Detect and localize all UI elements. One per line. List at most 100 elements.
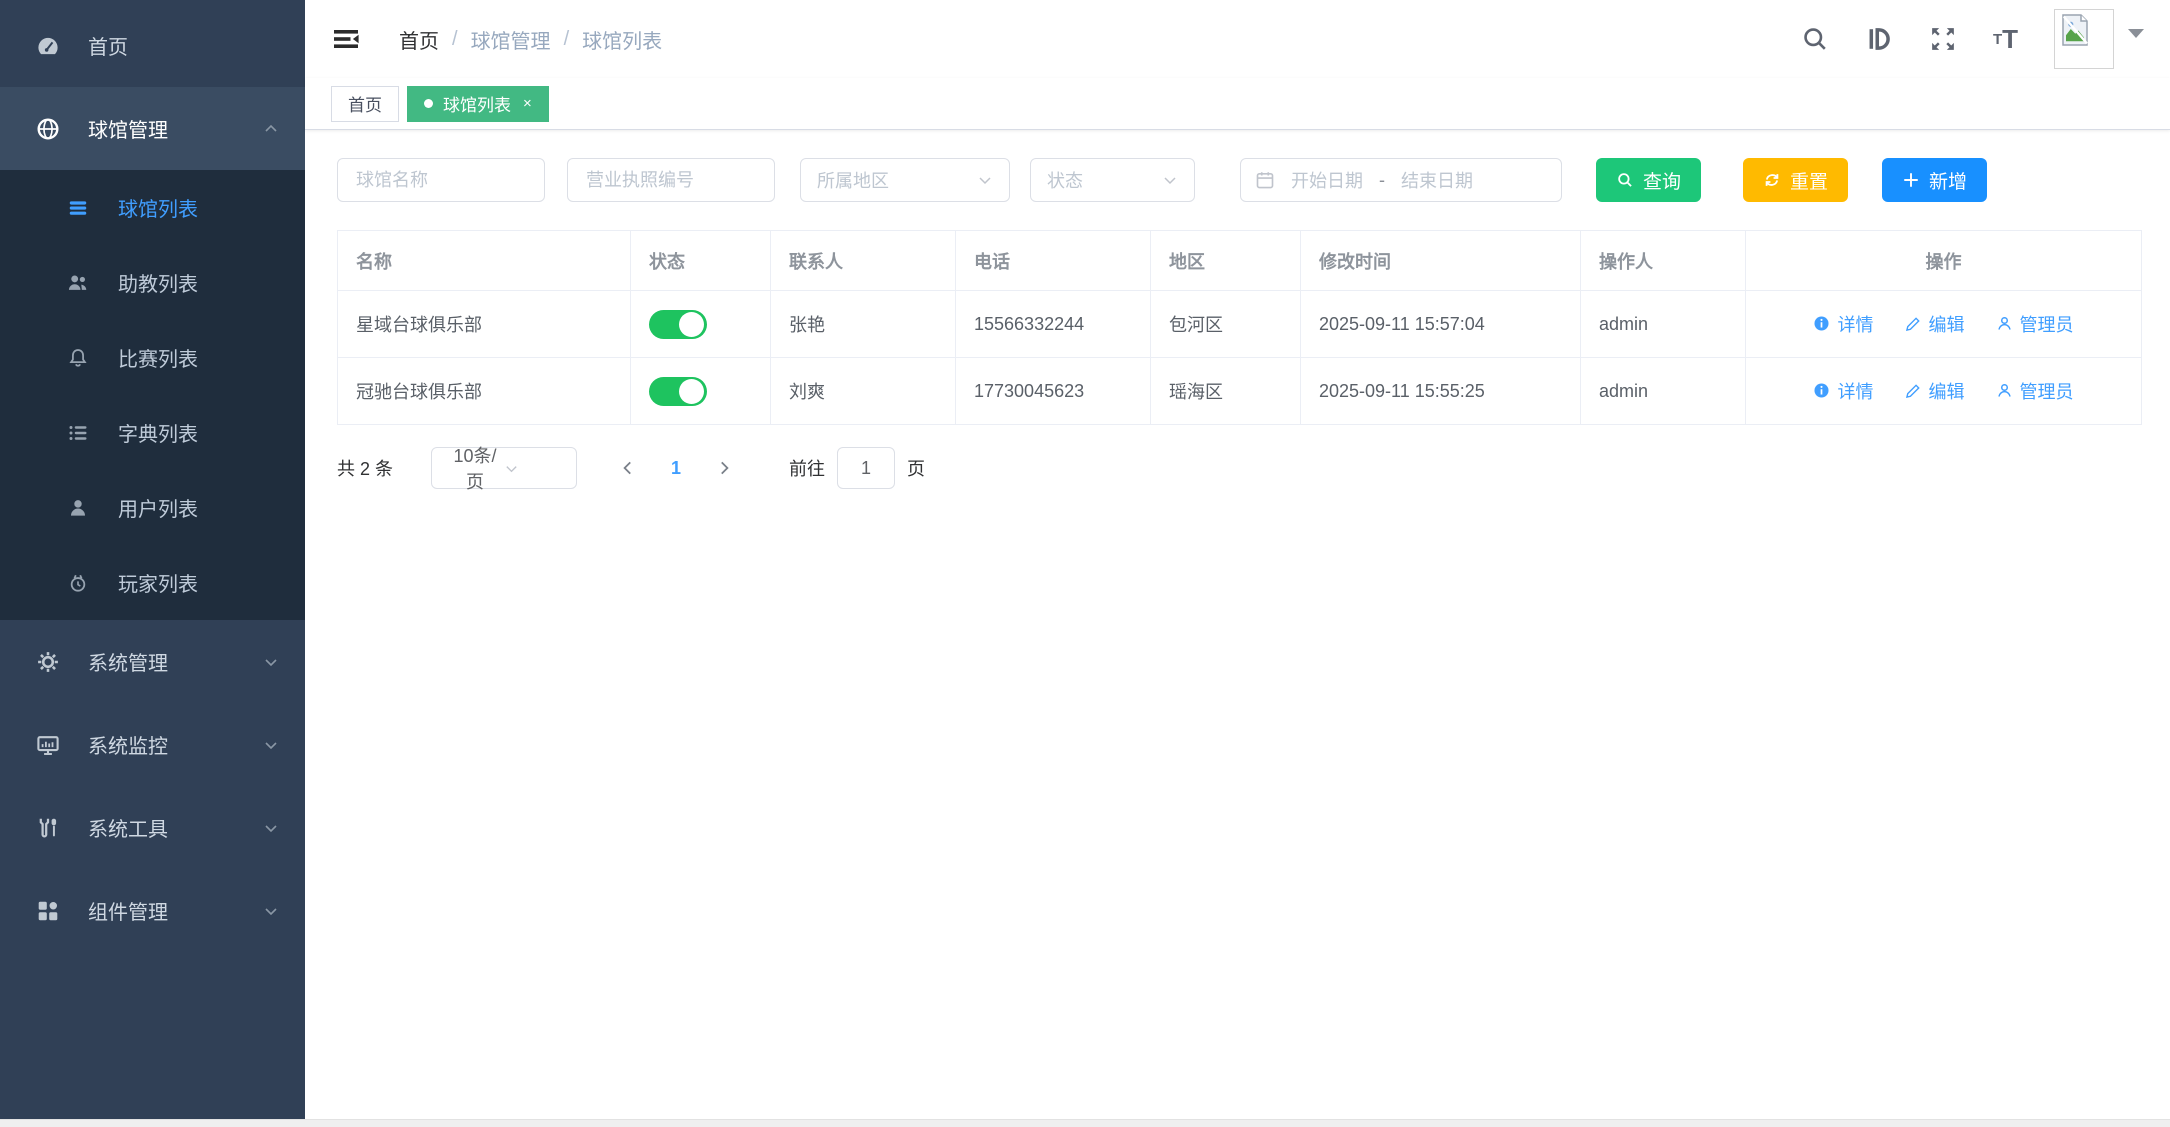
add-button[interactable]: 新增 (1882, 158, 1987, 202)
horizontal-scrollbar[interactable] (0, 1119, 2170, 1127)
sidebar-item-dict-list[interactable]: 字典列表 (0, 395, 305, 470)
detail-link-label: 详情 (1837, 311, 1873, 337)
col-header-contact: 联系人 (771, 231, 956, 291)
admin-link-label: 管理员 (2020, 311, 2074, 337)
page-size-value: 10条/页 (446, 442, 504, 494)
sidebar-item-label: 首页 (88, 31, 128, 60)
venue-name-input[interactable] (337, 158, 545, 202)
chevron-down-icon (263, 820, 279, 836)
components-icon (34, 899, 62, 923)
sidebar-item-component-management[interactable]: 组件管理 (0, 869, 305, 952)
admin-link-label: 管理员 (2020, 378, 2074, 404)
cell-actions: 详情 编辑 管理员 (1746, 358, 2142, 425)
reset-button[interactable]: 重置 (1743, 158, 1848, 202)
page-size-select[interactable]: 10条/页 (431, 447, 577, 489)
sidebar-item-label: 球馆列表 (118, 193, 198, 222)
sidebar-item-label: 字典列表 (118, 418, 198, 447)
close-tab-icon[interactable]: × (523, 96, 532, 111)
chevron-down-icon (504, 461, 562, 476)
toggle-knob (679, 312, 704, 337)
goto-page-input[interactable] (837, 447, 895, 489)
col-header-name: 名称 (338, 231, 631, 291)
tools-icon (34, 816, 62, 840)
col-header-modified: 修改时间 (1301, 231, 1581, 291)
breadcrumb-venue-management[interactable]: 球馆管理 (471, 25, 551, 54)
breadcrumb-separator: / (564, 28, 570, 51)
info-icon (1813, 382, 1830, 399)
monitor-icon (34, 733, 62, 757)
person-icon (1996, 315, 2013, 332)
sidebar-item-venue-management[interactable]: 球馆管理 (0, 87, 305, 170)
sidebar-item-system-monitor[interactable]: 系统监控 (0, 703, 305, 786)
col-header-region: 地区 (1151, 231, 1301, 291)
avatar-dropdown[interactable] (2054, 9, 2144, 69)
admin-link[interactable]: 管理员 (1996, 378, 2074, 404)
next-page-button[interactable] (707, 459, 741, 477)
info-icon (1813, 315, 1830, 332)
avatar (2054, 9, 2114, 69)
date-range-picker[interactable]: 开始日期 - 结束日期 (1240, 158, 1562, 202)
fullscreen-icon[interactable] (1929, 25, 1957, 53)
active-tab-dot (424, 99, 433, 108)
breadcrumb-home[interactable]: 首页 (399, 25, 439, 54)
edit-link-label: 编辑 (1929, 311, 1965, 337)
tab-venue-list[interactable]: 球馆列表 × (407, 86, 549, 122)
tab-bar: 首页 球馆列表 × (305, 78, 2170, 130)
font-size-icon[interactable]: TT (1993, 24, 2018, 55)
region-select-placeholder: 所属地区 (817, 167, 977, 193)
cell-modified-time: 2025-09-11 15:57:04 (1301, 291, 1581, 358)
tab-label: 球馆列表 (443, 91, 511, 116)
sidebar-item-label: 系统监控 (88, 730, 168, 759)
total-count: 共 2 条 (337, 455, 393, 481)
edit-link-label: 编辑 (1929, 378, 1965, 404)
calendar-icon (1255, 170, 1275, 190)
toggle-knob (679, 379, 704, 404)
current-page[interactable]: 1 (645, 458, 707, 479)
end-date-placeholder: 结束日期 (1401, 167, 1473, 193)
sidebar-item-system-management[interactable]: 系统管理 (0, 620, 305, 703)
cell-modified-time: 2025-09-11 15:55:25 (1301, 358, 1581, 425)
tab-label: 首页 (348, 91, 382, 116)
sidebar-item-venue-list[interactable]: 球馆列表 (0, 170, 305, 245)
search-button[interactable]: 查询 (1596, 158, 1701, 202)
status-select[interactable]: 状态 (1030, 158, 1195, 202)
detail-link[interactable]: 详情 (1813, 378, 1873, 404)
sidebar-item-assistant-list[interactable]: 助教列表 (0, 245, 305, 320)
search-icon (1616, 171, 1634, 189)
sidebar-item-home[interactable]: 首页 (0, 4, 305, 87)
admin-link[interactable]: 管理员 (1996, 311, 2074, 337)
sidebar-item-system-tools[interactable]: 系统工具 (0, 786, 305, 869)
sidebar-item-match-list[interactable]: 比赛列表 (0, 320, 305, 395)
sidebar-item-user-list[interactable]: 用户列表 (0, 470, 305, 545)
license-number-input[interactable] (567, 158, 775, 202)
chevron-down-icon (263, 903, 279, 919)
tab-home[interactable]: 首页 (331, 86, 399, 122)
dict-list-icon (64, 422, 92, 444)
plus-icon (1902, 171, 1920, 189)
breadcrumb-separator: / (452, 28, 458, 51)
col-header-operator: 操作人 (1581, 231, 1746, 291)
breadcrumb-venue-list[interactable]: 球馆列表 (582, 25, 662, 54)
cell-venue-name: 星域台球俱乐部 (338, 291, 631, 358)
docs-icon[interactable] (1865, 25, 1893, 53)
sidebar-item-label: 系统管理 (88, 647, 168, 676)
collapse-sidebar-button[interactable] (331, 24, 361, 54)
edit-link[interactable]: 编辑 (1905, 311, 1965, 337)
list-bars-icon (64, 197, 92, 219)
people-icon (64, 272, 92, 294)
sidebar-item-player-list[interactable]: 玩家列表 (0, 545, 305, 620)
edit-link[interactable]: 编辑 (1905, 378, 1965, 404)
cell-status (631, 358, 771, 425)
status-toggle-on[interactable] (649, 377, 707, 406)
search-icon[interactable] (1801, 25, 1829, 53)
status-toggle-on[interactable] (649, 310, 707, 339)
detail-link[interactable]: 详情 (1813, 311, 1873, 337)
chevron-down-icon (263, 737, 279, 753)
dashboard-icon (34, 34, 62, 58)
detail-link-label: 详情 (1837, 378, 1873, 404)
navbar-right: TT (1801, 9, 2144, 69)
date-separator: - (1379, 170, 1385, 191)
prev-page-button[interactable] (611, 459, 645, 477)
chevron-up-icon (263, 121, 279, 137)
region-select[interactable]: 所属地区 (800, 158, 1010, 202)
